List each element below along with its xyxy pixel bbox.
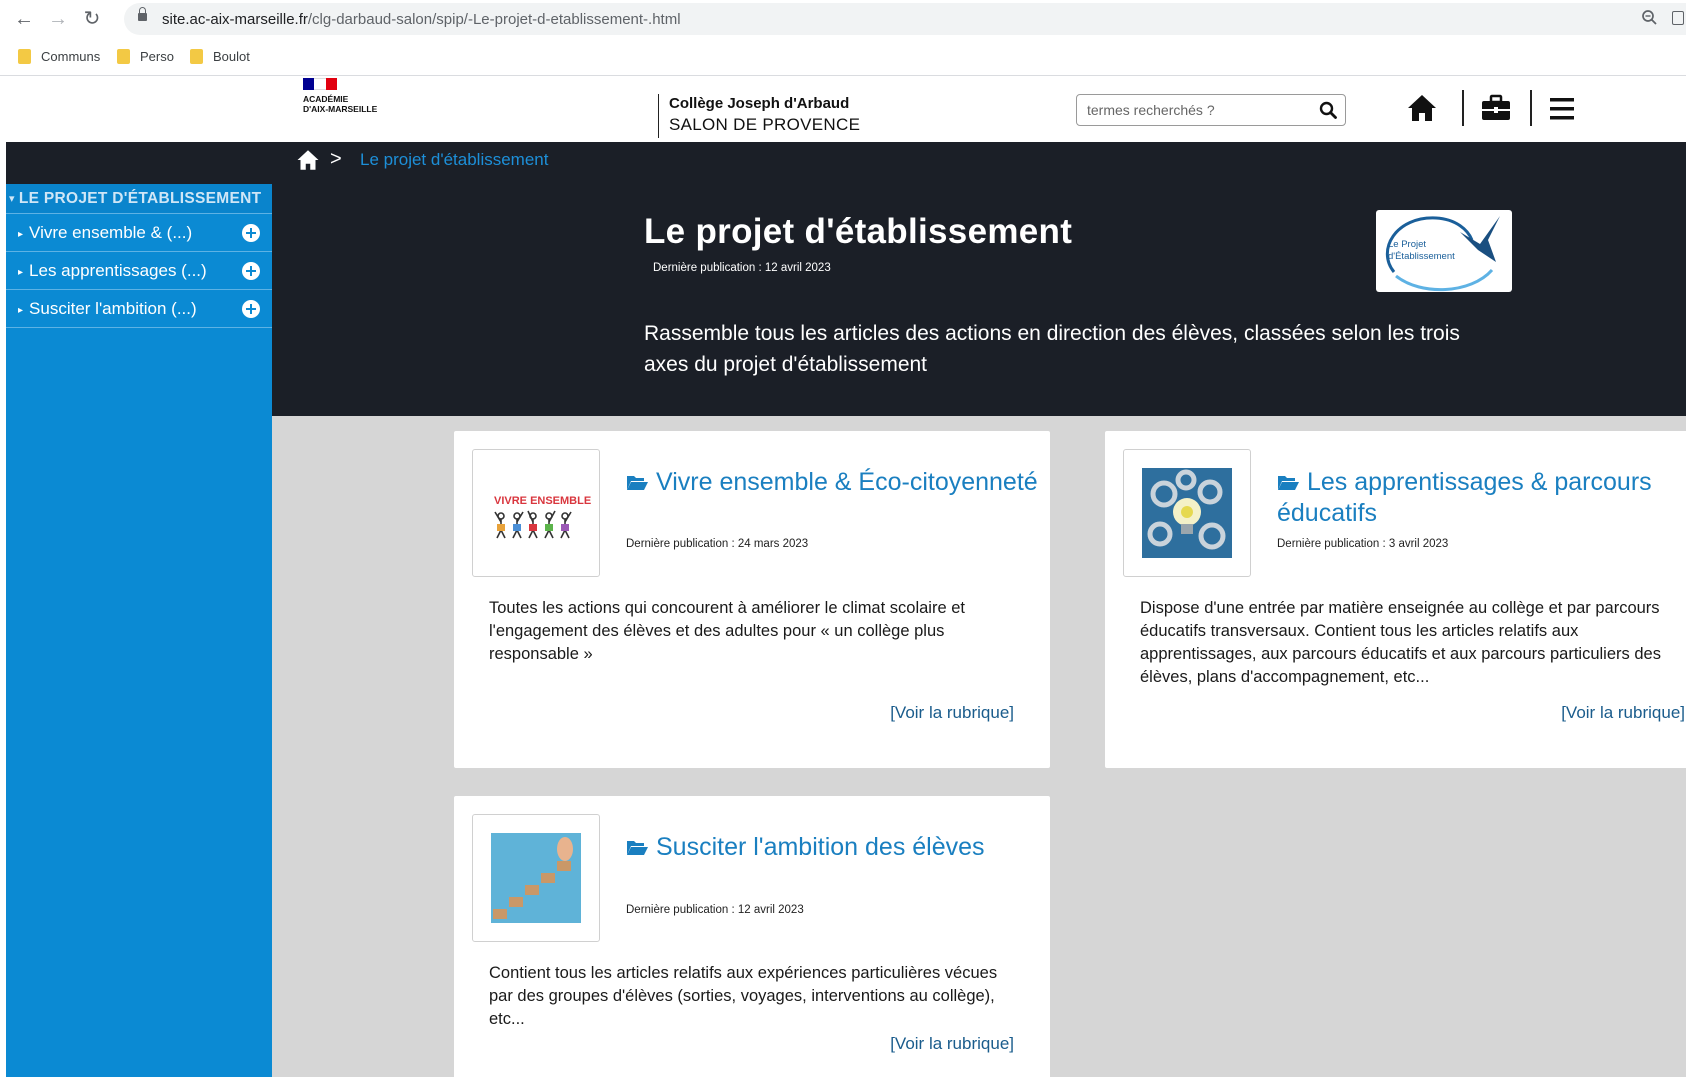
folder-open-icon bbox=[627, 841, 648, 855]
folder-icon bbox=[117, 49, 130, 64]
card-thumbnail[interactable] bbox=[472, 814, 600, 942]
header-separator bbox=[1530, 90, 1532, 126]
card-title-text: Les apprentissages & parcours éducatifs bbox=[1277, 468, 1652, 527]
sidebar-top-band bbox=[6, 142, 272, 184]
card-date: Dernière publication : 24 mars 2023 bbox=[626, 538, 809, 550]
projet-etablissement-logo: Le Projet d'Établissement bbox=[1376, 210, 1512, 292]
card-thumbnail[interactable]: VIVRE ENSEMBLE bbox=[472, 449, 600, 577]
caret-right-icon: ▸ bbox=[18, 267, 24, 278]
thumb-vivre-ensemble-text: VIVRE ENSEMBLE bbox=[494, 495, 591, 507]
main-content: VIVRE ENSEMBLE Vivre ensemble & Éco-cito… bbox=[272, 416, 1686, 1077]
lock-icon bbox=[138, 7, 147, 21]
card-link-voir-rubrique[interactable]: [Voir la rubrique] bbox=[890, 703, 1014, 723]
card-thumbnail[interactable] bbox=[1123, 449, 1251, 577]
rubric-card-vivre-ensemble: VIVRE ENSEMBLE Vivre ensemble & Éco-cito… bbox=[454, 431, 1050, 768]
menu-icon[interactable] bbox=[1546, 92, 1578, 124]
share-icon[interactable] bbox=[1672, 11, 1684, 25]
french-flag-icon bbox=[303, 78, 337, 92]
sidebar-heading-label: LE PROJET D'ÉTABLISSEMENT bbox=[18, 190, 262, 207]
expand-plus-icon[interactable] bbox=[242, 262, 260, 280]
bookmark-boulot[interactable]: Boulot bbox=[190, 47, 250, 67]
page-title: Le projet d'établissement bbox=[644, 212, 1073, 251]
academy-name: ACADÉMIE D'AIX-MARSEILLE bbox=[303, 94, 378, 114]
logo-text-line-2: d'Établissement bbox=[1388, 251, 1455, 262]
card-title[interactable]: Vivre ensemble & Éco-citoyenneté bbox=[626, 467, 1046, 498]
home-icon[interactable] bbox=[1406, 92, 1438, 124]
expand-plus-icon[interactable] bbox=[242, 224, 260, 242]
reload-button[interactable]: ↻ bbox=[80, 7, 104, 31]
search-box bbox=[1076, 94, 1346, 126]
folder-icon bbox=[190, 49, 203, 64]
card-link-voir-rubrique[interactable]: [Voir la rubrique] bbox=[1561, 703, 1685, 723]
header-separator bbox=[1462, 90, 1464, 126]
logo-text-line-1: Le Projet bbox=[1388, 239, 1426, 250]
search-input[interactable] bbox=[1077, 95, 1307, 125]
card-date: Dernière publication : 3 avril 2023 bbox=[1277, 538, 1449, 550]
card-title[interactable]: Susciter l'ambition des élèves bbox=[626, 832, 1046, 863]
rubric-card-susciter-ambition: Susciter l'ambition des élèves Dernière … bbox=[454, 796, 1050, 1077]
card-title-text: Susciter l'ambition des élèves bbox=[656, 833, 985, 861]
site-header: ACADÉMIE D'AIX-MARSEILLE Collège Joseph … bbox=[6, 76, 1686, 142]
rubric-card-apprentissages: Les apprentissages & parcours éducatifs … bbox=[1105, 431, 1686, 768]
sidebar-item-apprentissages[interactable]: ▸ Les apprentissages (...) bbox=[6, 252, 272, 290]
sidebar-item-label: Les apprentissages (...) bbox=[29, 261, 207, 280]
sidebar: ▾ LE PROJET D'ÉTABLISSEMENT ▸ Vivre ensemb… bbox=[6, 184, 272, 1077]
card-title[interactable]: Les apprentissages & parcours éducatifs bbox=[1277, 467, 1667, 529]
browser-toolbar: ← → ↻ site.ac-aix-marseille.fr/clg-darba… bbox=[0, 0, 1686, 38]
hero-banner: > Le projet d'établissement Le projet d'… bbox=[272, 142, 1686, 416]
forward-button[interactable]: → bbox=[46, 7, 70, 31]
card-link-voir-rubrique[interactable]: [Voir la rubrique] bbox=[890, 1034, 1014, 1054]
bookmark-perso[interactable]: Perso bbox=[117, 47, 174, 67]
zoom-icon[interactable] bbox=[1641, 9, 1658, 31]
bookmark-label: Boulot bbox=[213, 49, 250, 64]
card-description: Contient tous les articles relatifs aux … bbox=[489, 964, 998, 1028]
college-city: SALON DE PROVENCE bbox=[669, 115, 861, 134]
card-date: Dernière publication : 12 avril 2023 bbox=[626, 904, 804, 916]
card-description: Dispose d'une entrée par matière enseign… bbox=[1140, 599, 1661, 686]
card-description: Toutes les actions qui concourent à amél… bbox=[489, 599, 965, 663]
expand-plus-icon[interactable] bbox=[242, 300, 260, 318]
search-icon[interactable] bbox=[1319, 101, 1337, 119]
bookmark-communs[interactable]: Communs bbox=[18, 47, 100, 67]
bookmark-label: Communs bbox=[41, 49, 101, 64]
sidebar-item-susciter-ambition[interactable]: ▸ Susciter l'ambition (...) bbox=[6, 290, 272, 328]
academy-logo[interactable]: ACADÉMIE D'AIX-MARSEILLE bbox=[303, 78, 393, 114]
breadcrumb-home-icon[interactable] bbox=[296, 148, 320, 172]
briefcase-icon[interactable] bbox=[1480, 92, 1512, 124]
sidebar-item-label: Susciter l'ambition (...) bbox=[29, 299, 197, 318]
bookmark-label: Perso bbox=[140, 49, 174, 64]
bookmarks-bar: Communs Perso Boulot bbox=[0, 38, 1686, 76]
card-title-text: Vivre ensemble & Éco-citoyenneté bbox=[656, 468, 1038, 496]
caret-down-icon: ▾ bbox=[9, 193, 15, 205]
url-path: /clg-darbaud-salon/spip/-Le-projet-d-eta… bbox=[307, 11, 681, 28]
folder-open-icon bbox=[627, 476, 648, 490]
breadcrumb-current[interactable]: Le projet d'établissement bbox=[360, 150, 548, 170]
folder-icon bbox=[18, 49, 31, 64]
sidebar-item-label: Vivre ensemble & (...) bbox=[29, 223, 193, 242]
url-domain: site.ac-aix-marseille.fr bbox=[162, 11, 308, 28]
college-name: Collège Joseph d'Arbaud bbox=[669, 95, 850, 112]
sidebar-heading[interactable]: ▾ LE PROJET D'ÉTABLISSEMENT bbox=[6, 184, 272, 214]
address-bar[interactable]: site.ac-aix-marseille.fr/clg-darbaud-sal… bbox=[124, 3, 1686, 35]
caret-right-icon: ▸ bbox=[18, 305, 24, 316]
url-text[interactable]: site.ac-aix-marseille.fr/clg-darbaud-sal… bbox=[162, 11, 681, 28]
page-description: Rassemble tous les articles des actions … bbox=[644, 322, 1460, 376]
back-button[interactable]: ← bbox=[12, 7, 36, 31]
page-publication-date: Dernière publication : 12 avril 2023 bbox=[653, 262, 831, 274]
sidebar-item-vivre-ensemble[interactable]: ▸ Vivre ensemble & (...) bbox=[6, 214, 272, 252]
breadcrumb-separator: > bbox=[330, 148, 342, 170]
caret-right-icon: ▸ bbox=[18, 229, 24, 240]
college-title[interactable]: Collège Joseph d'Arbaud SALON DE PROVENC… bbox=[658, 94, 860, 138]
folder-open-icon bbox=[1278, 476, 1299, 490]
